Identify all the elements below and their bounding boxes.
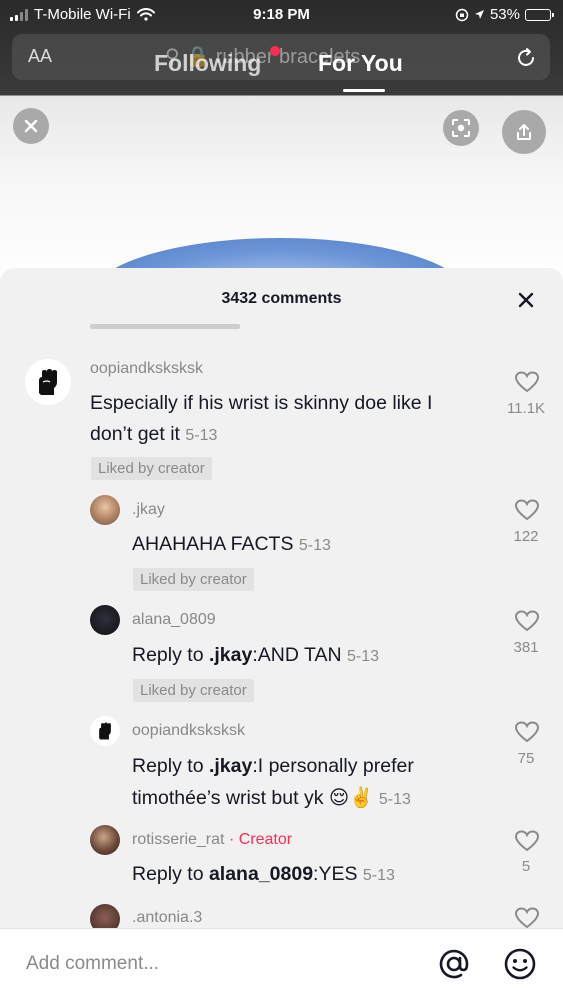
comments-sheet: 3432 comments oopiandksksksk Especially … xyxy=(0,268,563,928)
heart-icon[interactable] xyxy=(514,720,540,744)
reply-mention[interactable]: .jkay xyxy=(209,755,252,777)
reply-username[interactable]: .jkay xyxy=(132,501,165,519)
username-separator: · xyxy=(228,831,235,848)
reply-prefix: Reply to xyxy=(132,863,209,885)
mention-icon[interactable] xyxy=(437,947,471,981)
avatar[interactable] xyxy=(90,904,120,928)
share-icon xyxy=(517,124,531,140)
heart-icon[interactable] xyxy=(514,370,540,394)
avatar[interactable] xyxy=(25,359,71,405)
like-count: 11.1K xyxy=(506,400,546,417)
reply-date: 5-13 xyxy=(378,791,411,808)
notification-dot xyxy=(270,46,280,56)
reply-date: 5-13 xyxy=(298,537,331,554)
comment-text: don’t get it xyxy=(90,423,180,445)
close-icon xyxy=(24,119,38,133)
comment-text-line-1: Especially if his wrist is skinny doe li… xyxy=(90,392,433,414)
reply-text-line-1: Reply to .jkay:I personally prefer xyxy=(132,750,414,782)
reply-mention[interactable]: .jkay xyxy=(209,644,252,666)
reply-username-row: rotisserie_rat · Creator xyxy=(132,831,292,849)
tab-following[interactable]: Following xyxy=(154,50,261,77)
like-count: 381 xyxy=(513,639,539,656)
emoji-icon[interactable] xyxy=(503,947,537,981)
reply-prefix: Reply to xyxy=(132,644,209,666)
close-comments-icon[interactable] xyxy=(516,290,536,310)
liked-by-creator-badge: Liked by creator xyxy=(133,679,254,702)
reply-text-body: AHAHAHA FACTS xyxy=(132,533,294,555)
reply-text-line-2: timothée’s wrist but yk 😌✌️ 5-13 xyxy=(132,782,411,816)
reply-mention[interactable]: alana_0809 xyxy=(209,863,313,885)
tab-for-you[interactable]: For You xyxy=(318,50,403,77)
refresh-icon[interactable] xyxy=(514,46,538,70)
reply-date: 5-13 xyxy=(362,867,395,884)
heart-icon[interactable] xyxy=(514,609,540,633)
orientation-lock-icon xyxy=(455,8,469,21)
raised-fist-icon xyxy=(99,722,111,740)
close-video-button[interactable] xyxy=(13,108,49,144)
active-tab-indicator xyxy=(343,89,385,92)
like-count: 122 xyxy=(513,528,539,545)
scan-button[interactable] xyxy=(443,110,479,146)
reply-text-body: :AND TAN xyxy=(252,644,342,666)
reply-username[interactable]: oopiandksksksk xyxy=(132,722,245,740)
reply-text: Reply to .jkay:AND TAN 5-13 xyxy=(132,639,379,673)
liked-by-creator-badge: Liked by creator xyxy=(91,457,212,480)
status-bar: T-Mobile Wi-Fi 9:18 PM 53% xyxy=(0,0,563,30)
scan-icon xyxy=(452,119,470,137)
text-size-button[interactable]: AA xyxy=(28,46,52,67)
add-comment-input[interactable]: Add comment... xyxy=(26,953,159,975)
avatar[interactable] xyxy=(90,605,120,635)
heart-icon[interactable] xyxy=(514,829,540,853)
comment-input-bar: Add comment... xyxy=(0,928,563,1000)
heart-icon[interactable] xyxy=(514,498,540,522)
reply-text: AHAHAHA FACTS 5-13 xyxy=(132,528,331,562)
reply-date: 5-13 xyxy=(346,648,379,665)
comments-count-title: 3432 comments xyxy=(221,290,342,307)
creator-label: Creator xyxy=(238,831,293,848)
reply-text-body: timothée’s wrist but yk 😌✌️ xyxy=(132,787,374,809)
reply-username[interactable]: rotisserie_rat xyxy=(132,831,224,848)
like-count: 5 xyxy=(521,858,531,875)
raised-fist-icon xyxy=(39,369,57,395)
comment-date: 5-13 xyxy=(185,427,218,444)
reply-username[interactable]: alana_0809 xyxy=(132,611,216,629)
avatar[interactable] xyxy=(90,825,120,855)
reply-text: Reply to alana_0809:YES 5-13 xyxy=(132,858,395,892)
reply-text-body: :YES xyxy=(313,863,358,885)
liked-by-creator-badge: Liked by creator xyxy=(133,568,254,591)
reply-username[interactable]: .antonia.3 xyxy=(132,909,202,927)
comment-username[interactable]: oopiandksksksk xyxy=(90,360,203,378)
battery-icon xyxy=(525,8,554,21)
view-replies-cutoff xyxy=(90,324,240,329)
reply-text-body: :I personally prefer xyxy=(252,755,414,777)
location-arrow-icon xyxy=(474,10,484,19)
share-button[interactable] xyxy=(502,110,546,154)
like-count: 75 xyxy=(517,750,535,767)
heart-icon[interactable] xyxy=(514,906,540,928)
battery-percent: 53% xyxy=(489,6,520,23)
avatar[interactable] xyxy=(90,716,120,746)
avatar[interactable] xyxy=(90,495,120,525)
comment-text-line-2: don’t get it 5-13 xyxy=(90,418,217,452)
reply-prefix: Reply to xyxy=(132,755,209,777)
